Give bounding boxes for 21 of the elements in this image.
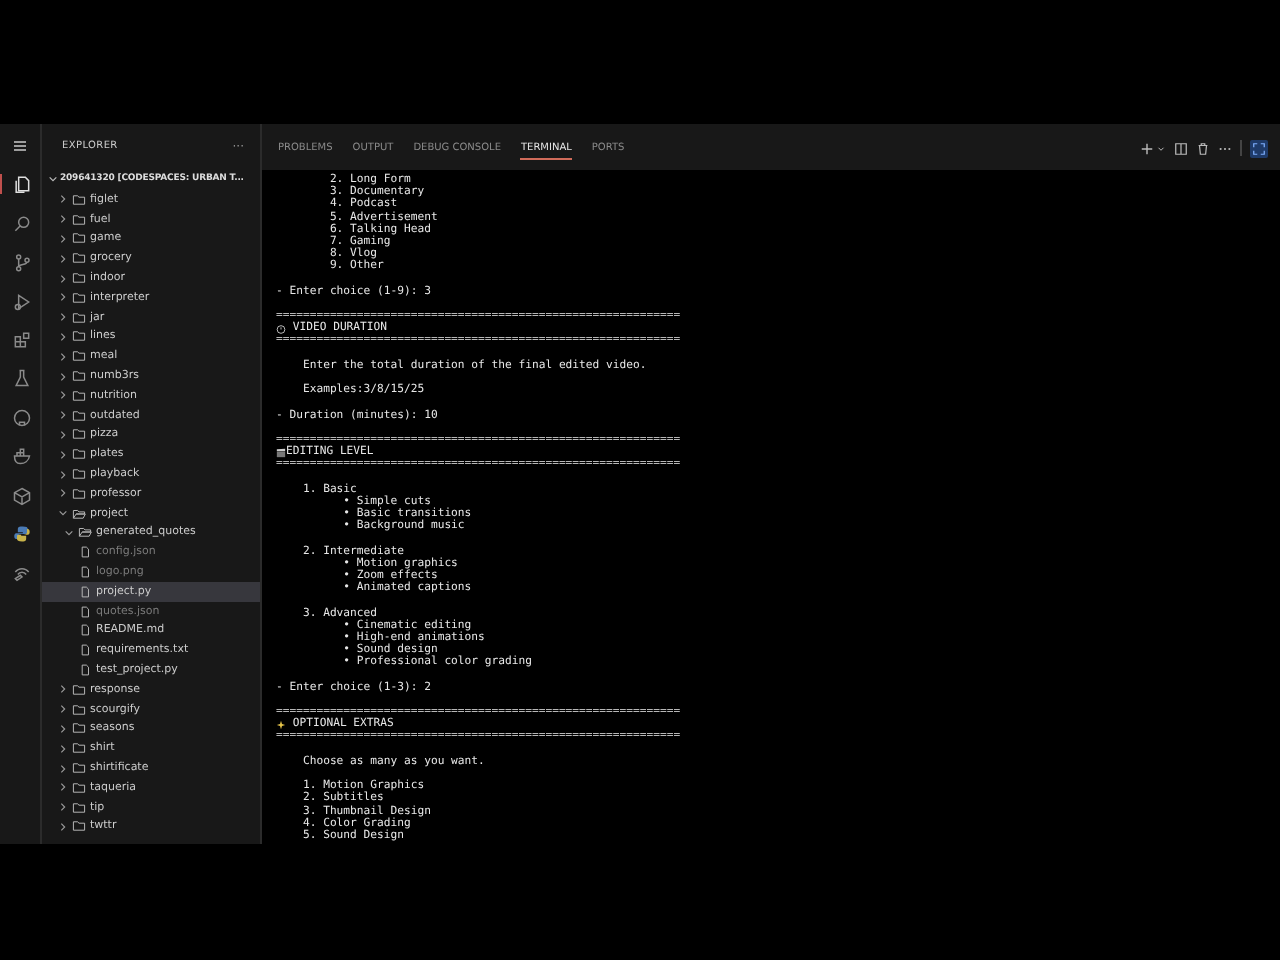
plus-icon[interactable] [1140,141,1154,155]
search-icon[interactable] [11,213,31,234]
clapperboard-icon [276,447,286,458]
split-icon[interactable] [1174,141,1188,155]
python-icon[interactable] [11,523,31,544]
whale-icon[interactable] [11,446,31,467]
maximize-icon[interactable] [1250,139,1268,157]
folder-icon [78,526,92,539]
trash-icon[interactable] [1196,141,1210,155]
files-icon[interactable] [11,174,31,195]
play-bug-icon[interactable] [11,291,31,312]
chevron-down-icon [48,174,58,184]
remote-icon[interactable] [11,562,31,583]
cube-icon[interactable] [11,485,31,506]
flask-icon[interactable] [11,368,31,389]
blocks-icon[interactable] [11,329,31,350]
branch-icon[interactable] [11,252,31,273]
folder-icon [72,507,86,520]
sparkle-icon [276,719,286,730]
menu-icon[interactable] [10,136,30,156]
stopwatch-icon [276,323,286,334]
